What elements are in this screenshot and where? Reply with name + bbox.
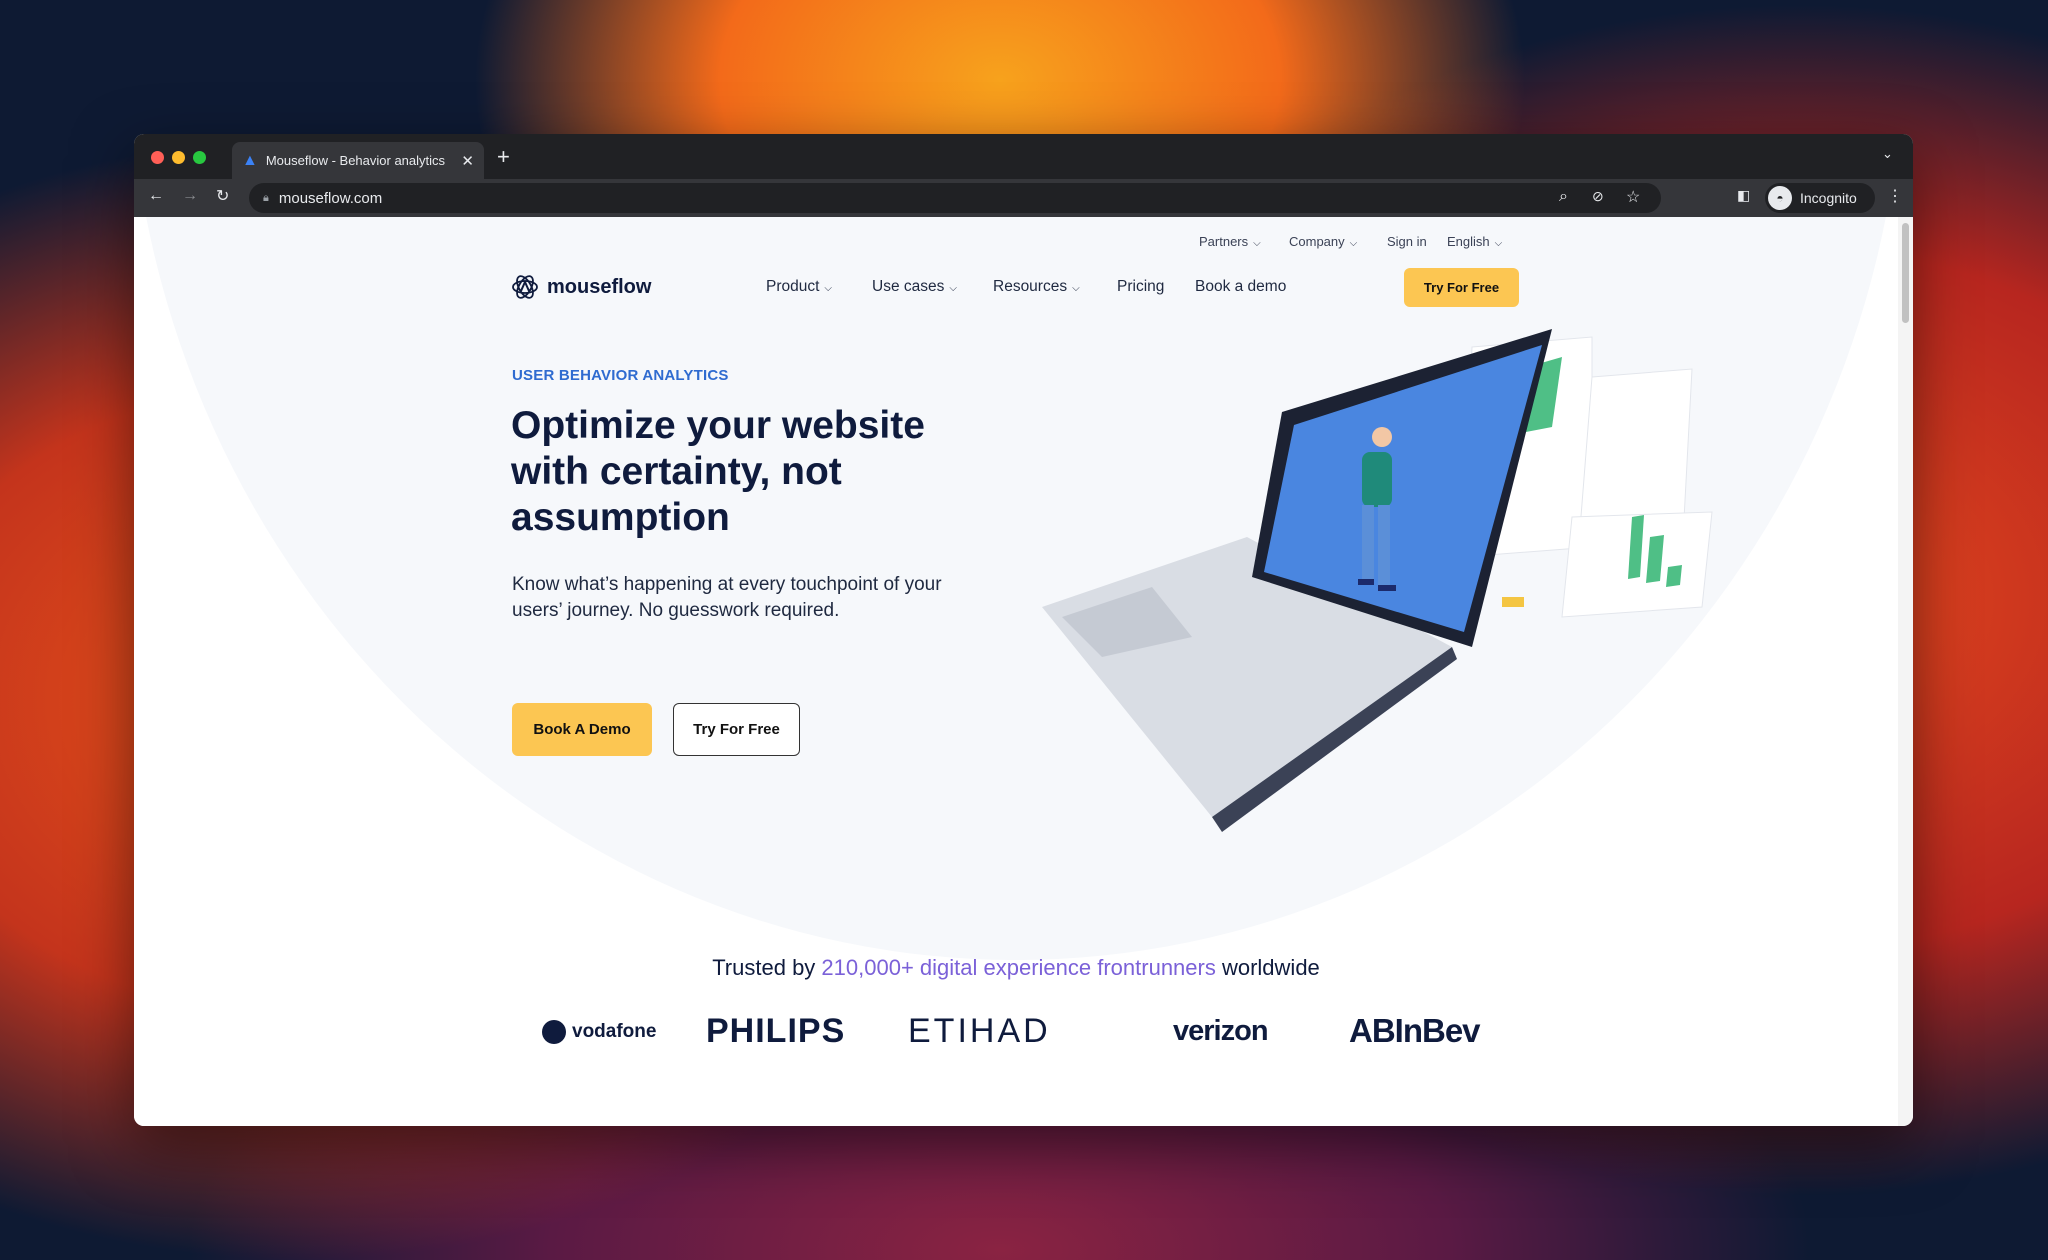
chevron-down-icon: ⌵ xyxy=(1494,238,1503,249)
zoom-icon[interactable]: ⌕ xyxy=(1559,188,1568,206)
close-tab-icon[interactable]: ✕ xyxy=(461,152,474,170)
try-free-button[interactable]: Try For Free xyxy=(673,703,800,756)
address-bar[interactable]: 🔒︎ mouseflow.com ⌕ ⊘ ☆ xyxy=(249,183,1661,213)
mouseflow-logo[interactable]: mouseflow xyxy=(511,273,651,301)
nav-pricing[interactable]: Pricing xyxy=(1117,278,1164,296)
scrollbar-thumb[interactable] xyxy=(1902,223,1909,323)
webpage: Partners ⌵ Company ⌵ Sign in English ⌵ mous… xyxy=(134,217,1898,1126)
incognito-icon: ◓ xyxy=(1768,186,1792,210)
chevron-down-icon: ⌵ xyxy=(1253,238,1261,249)
browser-tab[interactable]: ▲ Mouseflow - Behavior analytics ✕ xyxy=(232,142,484,179)
book-demo-button[interactable]: Book A Demo xyxy=(512,703,652,756)
browser-toolbar: ← → ↻ 🔒︎ mouseflow.com ⌕ ⊘ ☆ ◧ ◓ Incogni… xyxy=(134,179,1913,217)
hero-headline: Optimize your website with certainty, no… xyxy=(511,404,925,539)
logo-verizon: verizon xyxy=(1173,1015,1269,1047)
tab-search-chevron-icon[interactable]: ⌄ xyxy=(1882,146,1893,162)
utility-nav-partners[interactable]: Partners ⌵ xyxy=(1199,234,1261,249)
back-icon[interactable]: ← xyxy=(148,187,164,205)
chevron-down-icon: ⌵ xyxy=(1349,238,1358,249)
utility-nav-sign-in[interactable]: Sign in xyxy=(1387,234,1427,249)
logo-etihad: ETIHAD xyxy=(908,1012,1051,1050)
mouseflow-favicon-icon: ▲ xyxy=(242,151,258,169)
star-icon[interactable]: ☆ xyxy=(1626,187,1640,207)
chevron-down-icon: ⌵ xyxy=(824,283,833,294)
nav-use-cases[interactable]: Use cases ⌵ xyxy=(872,278,957,296)
lock-icon: 🔒︎ xyxy=(263,191,269,204)
forward-icon[interactable]: → xyxy=(182,187,198,205)
tab-strip: ▲ Mouseflow - Behavior analytics ✕ + ⌄ xyxy=(134,134,1913,179)
browser-window: ▲ Mouseflow - Behavior analytics ✕ + ⌄ ←… xyxy=(134,134,1913,1126)
chevron-down-icon: ⌵ xyxy=(1072,283,1080,294)
side-panel-icon[interactable]: ◧ xyxy=(1737,187,1750,204)
nav-product[interactable]: Product ⌵ xyxy=(766,278,832,296)
nav-resources[interactable]: Resources ⌵ xyxy=(993,278,1080,296)
logo-philips: PHILIPS xyxy=(706,1012,846,1050)
nav-try-free-button[interactable]: Try For Free xyxy=(1404,268,1519,307)
logo-abinbev: ABInBev xyxy=(1349,1012,1481,1049)
reload-icon[interactable]: ↻ xyxy=(216,186,229,206)
profile-button[interactable]: ◓ Incognito xyxy=(1765,183,1875,213)
menu-kebab-icon[interactable]: ⋮ xyxy=(1887,186,1903,206)
eye-slash-icon[interactable]: ⊘ xyxy=(1592,188,1604,205)
mouseflow-logo-icon xyxy=(512,275,538,299)
hero-eyebrow: USER BEHAVIOR ANALYTICS xyxy=(512,367,729,384)
minimize-window-button[interactable] xyxy=(172,151,185,164)
chevron-down-icon: ⌵ xyxy=(949,283,957,294)
scrollbar[interactable] xyxy=(1898,217,1913,1126)
hero-laptop-illustration xyxy=(1042,329,1713,832)
utility-nav-company[interactable]: Company ⌵ xyxy=(1289,234,1357,249)
hero-subtext: Know what’s happening at every touchpoin… xyxy=(512,574,942,621)
close-window-button[interactable] xyxy=(151,151,164,164)
trusted-by-heading: Trusted by 210,000+ digital experience f… xyxy=(712,955,1320,980)
nav-book-demo[interactable]: Book a demo xyxy=(1195,278,1286,296)
utility-nav-language[interactable]: English ⌵ xyxy=(1447,234,1502,249)
maximize-window-button[interactable] xyxy=(193,151,206,164)
new-tab-button[interactable]: + xyxy=(497,144,510,170)
logo-vodafone: vodafone xyxy=(542,1020,656,1044)
